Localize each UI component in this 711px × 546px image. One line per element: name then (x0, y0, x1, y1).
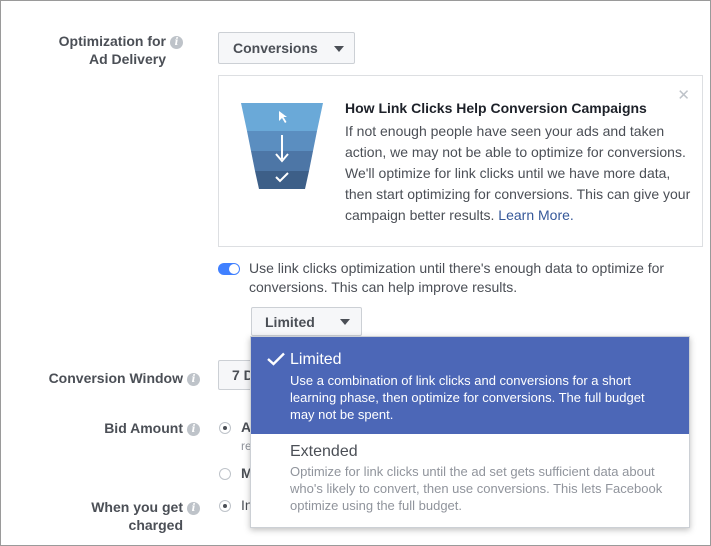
charged-label-line1: When you get (91, 499, 183, 515)
chevron-down-icon (334, 46, 344, 52)
info-icon[interactable]: i (187, 501, 200, 515)
learn-more-link[interactable]: Learn More. (498, 207, 573, 223)
link-clicks-toggle[interactable] (218, 263, 240, 275)
info-card: How Link Clicks Help Conversion Campaign… (218, 75, 703, 247)
option-description: Use a combination of link clicks and con… (290, 373, 645, 422)
toggle-description: Use link clicks optimization until there… (249, 260, 665, 295)
learning-mode-menu: Limited Use a combination of link clicks… (250, 336, 690, 528)
menu-option-limited[interactable]: Limited Use a combination of link clicks… (251, 337, 689, 434)
bid-manual-radio[interactable] (219, 468, 231, 480)
charged-label-line2: charged (128, 517, 183, 533)
checkmark-icon (267, 352, 285, 366)
info-icon[interactable]: i (170, 35, 183, 49)
chevron-down-icon (340, 319, 350, 325)
option-description: Optimize for link clicks until the ad se… (290, 464, 663, 513)
optimization-value: Conversions (233, 40, 318, 56)
option-title: Extended (290, 443, 358, 460)
card-title: How Link Clicks Help Conversion Campaign… (345, 100, 647, 116)
bid-amount-label-text: Bid Amount (104, 420, 183, 436)
toggle-knob (229, 264, 239, 274)
menu-option-extended[interactable]: Extended Optimize for link clicks until … (251, 434, 689, 527)
conversion-window-label-text: Conversion Window (48, 370, 183, 386)
learning-mode-value: Limited (265, 314, 315, 330)
option-title: Limited (290, 351, 342, 368)
bid-auto-radio[interactable] (219, 422, 231, 434)
bid-amount-label: Bid Amount i (104, 419, 200, 437)
conversion-window-label: Conversion Window i (49, 369, 200, 387)
optimization-label-line2: Ad Delivery (88, 51, 166, 67)
close-icon[interactable]: ✕ (677, 86, 690, 104)
info-icon[interactable]: i (187, 372, 200, 386)
learning-mode-dropdown[interactable]: Limited (251, 307, 362, 336)
card-body: If not enough people have seen your ads … (345, 121, 695, 226)
optimization-label: Optimization for i Ad Delivery (59, 32, 183, 68)
charged-impression-radio[interactable] (219, 500, 231, 512)
optimization-label-line1: Optimization for (58, 33, 166, 49)
charged-label: When you get i charged (91, 498, 200, 534)
funnel-icon (241, 103, 323, 189)
optimization-dropdown[interactable]: Conversions (218, 32, 355, 64)
info-icon[interactable]: i (187, 422, 200, 436)
